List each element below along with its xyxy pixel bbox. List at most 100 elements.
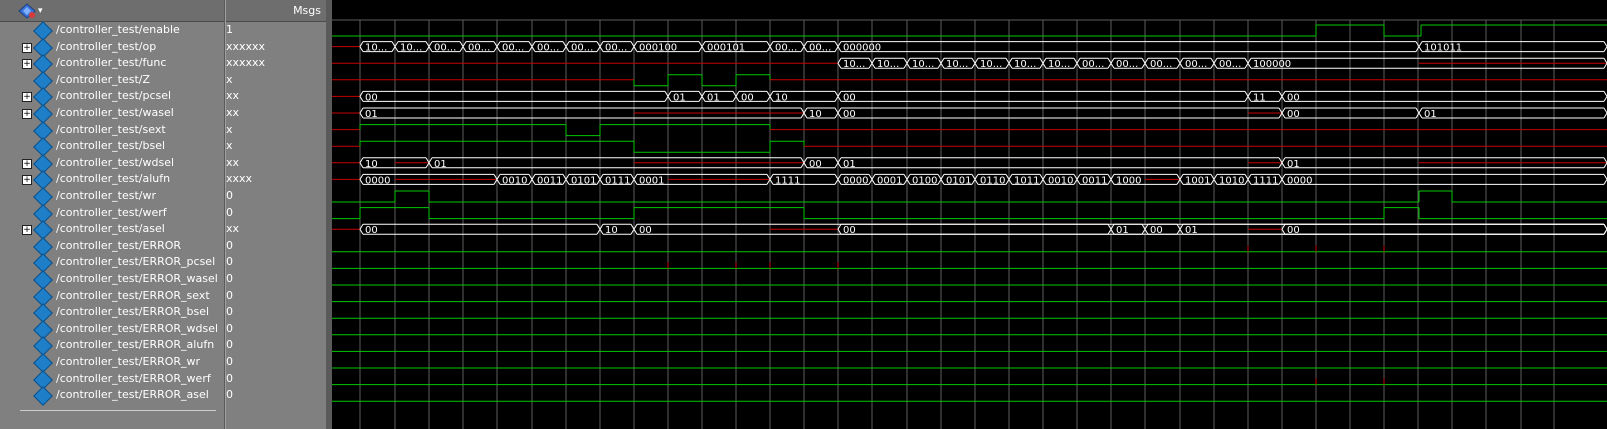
signal-row[interactable]: /controller_test/ERROR_pcsel bbox=[0, 253, 225, 274]
bus-value-label: 10 bbox=[775, 92, 788, 103]
signal-row[interactable]: /controller_test/enable bbox=[0, 21, 225, 41]
bus-value-label: 00... bbox=[775, 43, 797, 54]
signal-name: /controller_test/ERROR_werf bbox=[56, 371, 211, 385]
signal-value-row: 0 bbox=[226, 288, 327, 305]
expand-icon[interactable]: + bbox=[22, 92, 32, 103]
signal-row[interactable]: + /controller_test/op bbox=[0, 37, 225, 58]
signal-row[interactable]: /controller_test/ERROR_asel bbox=[0, 386, 225, 407]
signal-row[interactable]: /controller_test/ERROR_wdsel bbox=[0, 319, 225, 340]
signal-row[interactable]: /controller_test/ERROR_werf bbox=[0, 369, 225, 390]
bus-value-label: 00 bbox=[843, 109, 856, 120]
signal-row[interactable]: /controller_test/sext bbox=[0, 120, 225, 141]
signal-value-row: 0 bbox=[226, 371, 327, 388]
signal-value: xxxxxx bbox=[226, 56, 266, 70]
bus-value-label: 00... bbox=[809, 43, 831, 54]
bus-value-label: 1001 bbox=[1185, 175, 1210, 186]
bus-value-label: 1000 bbox=[1116, 175, 1141, 186]
bus-value-label: 10... bbox=[365, 43, 387, 54]
msgs-header-label: Msgs bbox=[293, 4, 321, 17]
signal-value-row: 0 bbox=[226, 387, 327, 404]
bus-value-label: 10... bbox=[1048, 59, 1070, 70]
bus-value-label: 0010 bbox=[502, 175, 527, 186]
signal-row[interactable]: /controller_test/ERROR_alufn bbox=[0, 336, 225, 357]
bus-value-label: 0000 bbox=[1287, 175, 1312, 186]
signal-value-row: x bbox=[226, 138, 327, 155]
signal-name: /controller_test/ERROR_bsel bbox=[56, 305, 210, 319]
bus-value-label: 00... bbox=[537, 43, 559, 54]
signal-value-row: x bbox=[226, 122, 327, 139]
signal-value-row: xx bbox=[226, 221, 327, 238]
signal-value-row: 0 bbox=[226, 304, 327, 321]
signal-name: /controller_test/ERROR_wr bbox=[56, 355, 201, 368]
signal-value-row: 0 bbox=[226, 271, 327, 288]
signal-value: 0 bbox=[226, 355, 233, 368]
bus-value-label: 101011 bbox=[1424, 43, 1462, 54]
signal-value: 0 bbox=[226, 238, 233, 252]
signal-value: 0 bbox=[226, 388, 233, 402]
bus-edge bbox=[1418, 107, 1423, 119]
signal-row[interactable]: + /controller_test/asel bbox=[0, 220, 225, 241]
signal-row[interactable]: /controller_test/Z bbox=[0, 70, 225, 91]
signal-name: /controller_test/sext bbox=[56, 122, 166, 136]
waveform-pane[interactable]: 10... 10... 00... 00... 00... 00... 00... 00...… bbox=[332, 0, 1607, 429]
waveform-canvas[interactable]: 10... 10... 00... 00... 00... 00... 00... 00...… bbox=[332, 0, 1607, 429]
bus-value-label: 00... bbox=[434, 43, 456, 54]
expand-icon[interactable]: + bbox=[22, 42, 32, 53]
bus-value-label: 00... bbox=[1116, 59, 1138, 70]
bus-value-label: 00 bbox=[639, 225, 652, 236]
name-pane-header: ▾ bbox=[0, 0, 225, 22]
signal-name-pane: ▾ /controller_test/enable + /controller_te… bbox=[0, 0, 225, 429]
expand-icon[interactable]: + bbox=[22, 175, 32, 186]
bus-value-label: 0101 bbox=[946, 175, 971, 186]
signal-value-row: 0 bbox=[226, 238, 327, 255]
signal-row[interactable]: + /controller_test/wasel bbox=[0, 104, 225, 124]
signal-name: /controller_test/pcsel bbox=[56, 89, 172, 103]
signal-row[interactable]: + /controller_test/func bbox=[0, 54, 225, 75]
bus-value-label: 10... bbox=[912, 59, 934, 70]
bus-value-label: 01 bbox=[1424, 109, 1437, 120]
signal-row[interactable]: + /controller_test/alufn bbox=[0, 170, 225, 191]
signal-row[interactable]: /controller_test/bsel bbox=[0, 137, 225, 158]
bus-value-label: 01 bbox=[673, 92, 686, 103]
expand-icon[interactable]: + bbox=[22, 109, 32, 119]
signal-value-row: 0 bbox=[226, 354, 327, 371]
bus-value-label: 00... bbox=[502, 43, 524, 54]
signal-name: /controller_test/enable bbox=[56, 23, 180, 36]
bus-value-label: 10... bbox=[400, 43, 422, 54]
bus-value-label: 00... bbox=[605, 43, 627, 54]
signal-row[interactable]: /controller_test/ERROR_sext bbox=[0, 286, 225, 307]
bus-value-label: 10 bbox=[605, 225, 618, 236]
chevron-down-icon[interactable]: ▾ bbox=[38, 6, 43, 16]
signal-name: /controller_test/func bbox=[56, 56, 167, 70]
bus-value-label: 00 bbox=[1287, 109, 1300, 120]
expand-icon[interactable]: + bbox=[22, 59, 32, 70]
signal-row[interactable]: + /controller_test/wdsel bbox=[0, 153, 225, 174]
bus-value-label: 000100 bbox=[639, 43, 677, 54]
bus-value-label: 00... bbox=[468, 43, 490, 54]
signal-value-row: xx bbox=[226, 105, 327, 122]
bus-value-label: 0110 bbox=[980, 175, 1005, 186]
expand-icon[interactable]: + bbox=[22, 158, 32, 169]
signal-row[interactable]: /controller_test/ERROR_wr bbox=[0, 353, 225, 373]
signal-row[interactable]: /controller_test/wr bbox=[0, 187, 225, 207]
signal-value: 0 bbox=[226, 189, 233, 202]
signal-value-row: xx bbox=[226, 155, 327, 172]
wave-logo-icon[interactable] bbox=[18, 3, 36, 19]
signal-row[interactable]: /controller_test/ERROR_wasel bbox=[0, 270, 225, 290]
bus-value-label: 00... bbox=[1082, 59, 1104, 70]
signal-value: xx bbox=[226, 89, 240, 103]
signal-row[interactable]: /controller_test/werf bbox=[0, 203, 225, 224]
bus-value-label: 10... bbox=[946, 59, 968, 70]
bus-edge bbox=[1418, 41, 1423, 52]
signal-value-row: x bbox=[226, 72, 327, 89]
signal-value: xx bbox=[226, 155, 240, 169]
signal-row[interactable]: + /controller_test/pcsel bbox=[0, 87, 225, 108]
expand-icon[interactable]: + bbox=[22, 225, 32, 236]
signal-row[interactable]: /controller_test/ERROR_bsel bbox=[0, 303, 225, 324]
signal-value: 0 bbox=[226, 305, 233, 319]
signal-row[interactable]: /controller_test/ERROR bbox=[0, 236, 225, 257]
bus-value-label: 00 bbox=[1287, 225, 1300, 236]
signal-name: /controller_test/ERROR_sext bbox=[56, 288, 210, 302]
horizontal-scrollbar[interactable] bbox=[20, 410, 216, 411]
signal-value-row: 0 bbox=[226, 321, 327, 338]
